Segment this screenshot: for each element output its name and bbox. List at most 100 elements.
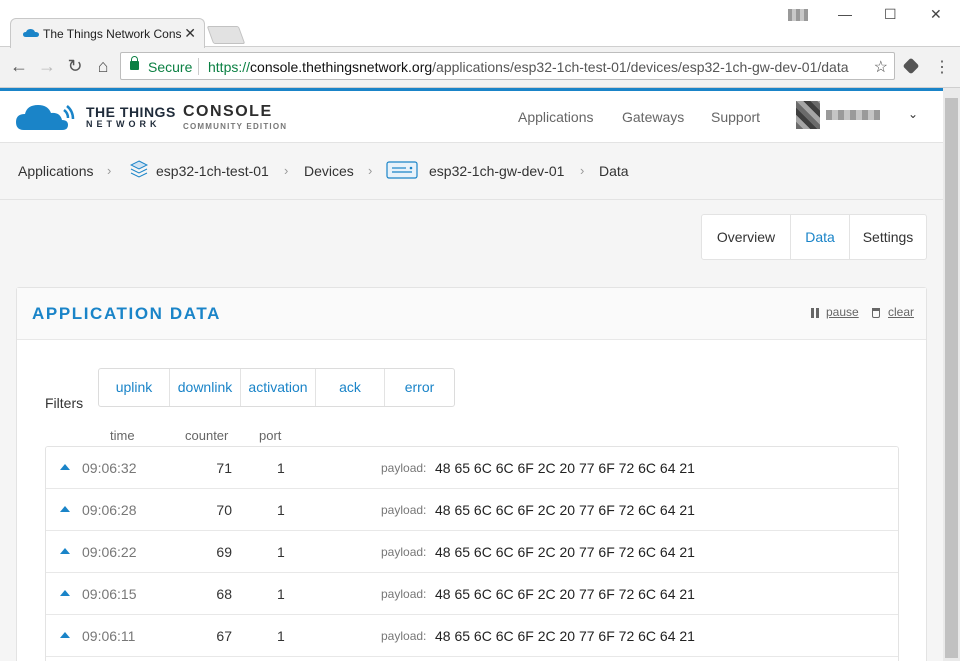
cell-payload: 48 65 6C 6C 6F 2C 20 77 6F 72 6C 64 21 bbox=[435, 628, 695, 644]
cell-time: 09:06:22 bbox=[82, 544, 137, 560]
payload-label: payload: bbox=[381, 545, 427, 559]
cell-payload: 48 65 6C 6C 6F 2C 20 77 6F 72 6C 64 21 bbox=[435, 544, 695, 560]
table-row[interactable]: 09:06:15 68 1 payload: 48 65 6C 6C 6F 2C… bbox=[46, 573, 898, 615]
trash-icon[interactable] bbox=[872, 308, 880, 318]
breadcrumb-device-id[interactable]: esp32-1ch-gw-dev-01 bbox=[429, 163, 564, 179]
address-bar[interactable]: Secure https://console.thethingsnetwork.… bbox=[120, 52, 895, 80]
breadcrumb-data: Data bbox=[599, 163, 629, 179]
breadcrumb-application-id[interactable]: esp32-1ch-test-01 bbox=[156, 163, 269, 179]
cell-payload: 48 65 6C 6C 6F 2C 20 77 6F 72 6C 64 21 bbox=[435, 460, 695, 476]
column-header-time: time bbox=[110, 428, 135, 443]
clear-button[interactable]: clear bbox=[888, 305, 914, 319]
url-scheme: https:// bbox=[208, 59, 251, 75]
uplink-arrow-icon bbox=[60, 590, 70, 596]
device-icon bbox=[386, 161, 418, 179]
breadcrumb-devices[interactable]: Devices bbox=[304, 163, 354, 179]
filter-ack[interactable]: ack bbox=[316, 369, 384, 406]
uplink-arrow-icon bbox=[60, 632, 70, 638]
filter-activation[interactable]: activation bbox=[241, 369, 315, 406]
url-text[interactable]: https://console.thethingsnetwork.org/app… bbox=[208, 59, 849, 75]
filter-group: uplink downlink activation ack error bbox=[98, 368, 455, 407]
breadcrumb: Applications › esp32-1ch-test-01 › Devic… bbox=[0, 144, 943, 200]
ttn-favicon-icon bbox=[23, 29, 39, 37]
uplink-arrow-icon bbox=[60, 464, 70, 470]
panel-header: APPLICATION DATA pause clear bbox=[17, 288, 926, 340]
application-stack-icon bbox=[130, 160, 148, 178]
profile-icon[interactable] bbox=[788, 9, 808, 21]
page-tabs: Overview Data Settings bbox=[701, 214, 927, 260]
breadcrumb-separator: › bbox=[580, 163, 585, 178]
panel-title: APPLICATION DATA bbox=[32, 304, 221, 323]
cell-counter: 68 bbox=[216, 586, 232, 602]
cell-counter: 67 bbox=[216, 628, 232, 644]
home-button[interactable]: ⌂ bbox=[92, 56, 114, 78]
filter-error[interactable]: error bbox=[385, 369, 454, 406]
breadcrumb-applications[interactable]: Applications bbox=[18, 163, 94, 179]
table-row[interactable]: 09:06:22 69 1 payload: 48 65 6C 6C 6F 2C… bbox=[46, 531, 898, 573]
omnibox-divider bbox=[198, 58, 199, 75]
cell-time: 09:06:28 bbox=[82, 502, 137, 518]
filter-downlink[interactable]: downlink bbox=[170, 369, 240, 406]
cell-counter: 71 bbox=[216, 460, 232, 476]
page-viewport: THE THINGS NETWORK CONSOLE COMMUNITY EDI… bbox=[0, 88, 943, 661]
cell-payload: 48 65 6C 6C 6F 2C 20 77 6F 72 6C 64 21 bbox=[435, 502, 695, 518]
table-row[interactable]: 09:06:28 70 1 payload: 48 65 6C 6C 6F 2C… bbox=[46, 489, 898, 531]
pause-icon[interactable] bbox=[811, 308, 819, 318]
application-data-panel: APPLICATION DATA pause clear Filters upl… bbox=[16, 287, 927, 661]
data-table: 09:06:32 71 1 payload: 48 65 6C 6C 6F 2C… bbox=[45, 446, 899, 661]
tab-close-icon[interactable]: ✕ bbox=[184, 25, 196, 42]
url-path: /applications/esp32-1ch-test-01/devices/… bbox=[432, 59, 849, 75]
cell-port: 1 bbox=[277, 586, 285, 602]
tab-data[interactable]: Data bbox=[791, 215, 849, 259]
tab-strip: The Things Network Cons ✕ — ☐ ✕ bbox=[0, 0, 960, 48]
forward-button[interactable]: → bbox=[36, 56, 58, 78]
extension-icon[interactable] bbox=[902, 57, 920, 75]
maximize-button[interactable]: ☐ bbox=[884, 6, 897, 23]
avatar[interactable] bbox=[796, 101, 820, 129]
table-row[interactable]: 09:06:32 71 1 payload: 48 65 6C 6C 6F 2C… bbox=[46, 447, 898, 489]
breadcrumb-separator: › bbox=[107, 163, 112, 178]
browser-menu-icon[interactable]: ⋮ bbox=[934, 57, 950, 77]
scrollbar-thumb[interactable] bbox=[945, 98, 958, 658]
tab-overview[interactable]: Overview bbox=[702, 215, 790, 259]
breadcrumb-separator: › bbox=[368, 163, 373, 178]
breadcrumb-separator: › bbox=[284, 163, 289, 178]
browser-tab[interactable]: The Things Network Cons ✕ bbox=[10, 18, 205, 48]
payload-label: payload: bbox=[381, 461, 427, 475]
tab-settings[interactable]: Settings bbox=[850, 215, 926, 259]
lock-icon bbox=[130, 56, 139, 70]
ttn-brand-top: THE THINGS bbox=[86, 104, 176, 120]
nav-support[interactable]: Support bbox=[711, 109, 760, 125]
ttn-logo-icon[interactable] bbox=[16, 100, 76, 132]
nav-applications[interactable]: Applications bbox=[518, 109, 594, 125]
cell-payload: 48 65 6C 6C 6F 2C 20 77 6F 72 6C 64 21 bbox=[435, 586, 695, 602]
browser-chrome: The Things Network Cons ✕ — ☐ ✕ ← → ↻ ⌂ … bbox=[0, 0, 960, 88]
console-subtitle: COMMUNITY EDITION bbox=[183, 122, 288, 131]
cell-port: 1 bbox=[277, 502, 285, 518]
cell-time: 09:06:11 bbox=[82, 628, 136, 644]
nav-gateways[interactable]: Gateways bbox=[622, 109, 684, 125]
payload-label: payload: bbox=[381, 629, 427, 643]
cell-port: 1 bbox=[277, 544, 285, 560]
new-tab-button[interactable] bbox=[206, 26, 246, 44]
bookmark-star-icon[interactable]: ☆ bbox=[874, 57, 888, 77]
uplink-arrow-icon bbox=[60, 506, 70, 512]
reload-button[interactable]: ↻ bbox=[64, 56, 86, 78]
cell-time: 09:06:15 bbox=[82, 586, 137, 602]
ttn-brand-bottom: NETWORK bbox=[86, 119, 161, 129]
table-row[interactable]: 09:06:11 67 1 payload: 48 65 6C 6C 6F 2C… bbox=[46, 615, 898, 657]
close-window-button[interactable]: ✕ bbox=[930, 6, 942, 23]
pause-button[interactable]: pause bbox=[826, 305, 859, 319]
minimize-button[interactable]: — bbox=[838, 6, 852, 22]
chevron-down-icon[interactable]: ⌄ bbox=[908, 107, 918, 121]
cell-counter: 69 bbox=[216, 544, 232, 560]
cell-counter: 70 bbox=[216, 502, 232, 518]
back-button[interactable]: ← bbox=[8, 56, 30, 78]
filters-label: Filters bbox=[45, 395, 84, 411]
url-host: console.thethingsnetwork.org bbox=[250, 59, 433, 75]
column-header-counter: counter bbox=[185, 428, 229, 443]
browser-toolbar: ← → ↻ ⌂ Secure https://console.thethings… bbox=[0, 48, 960, 86]
page-scrollbar[interactable] bbox=[943, 88, 960, 661]
filter-uplink[interactable]: uplink bbox=[99, 369, 169, 406]
username[interactable] bbox=[826, 110, 880, 120]
